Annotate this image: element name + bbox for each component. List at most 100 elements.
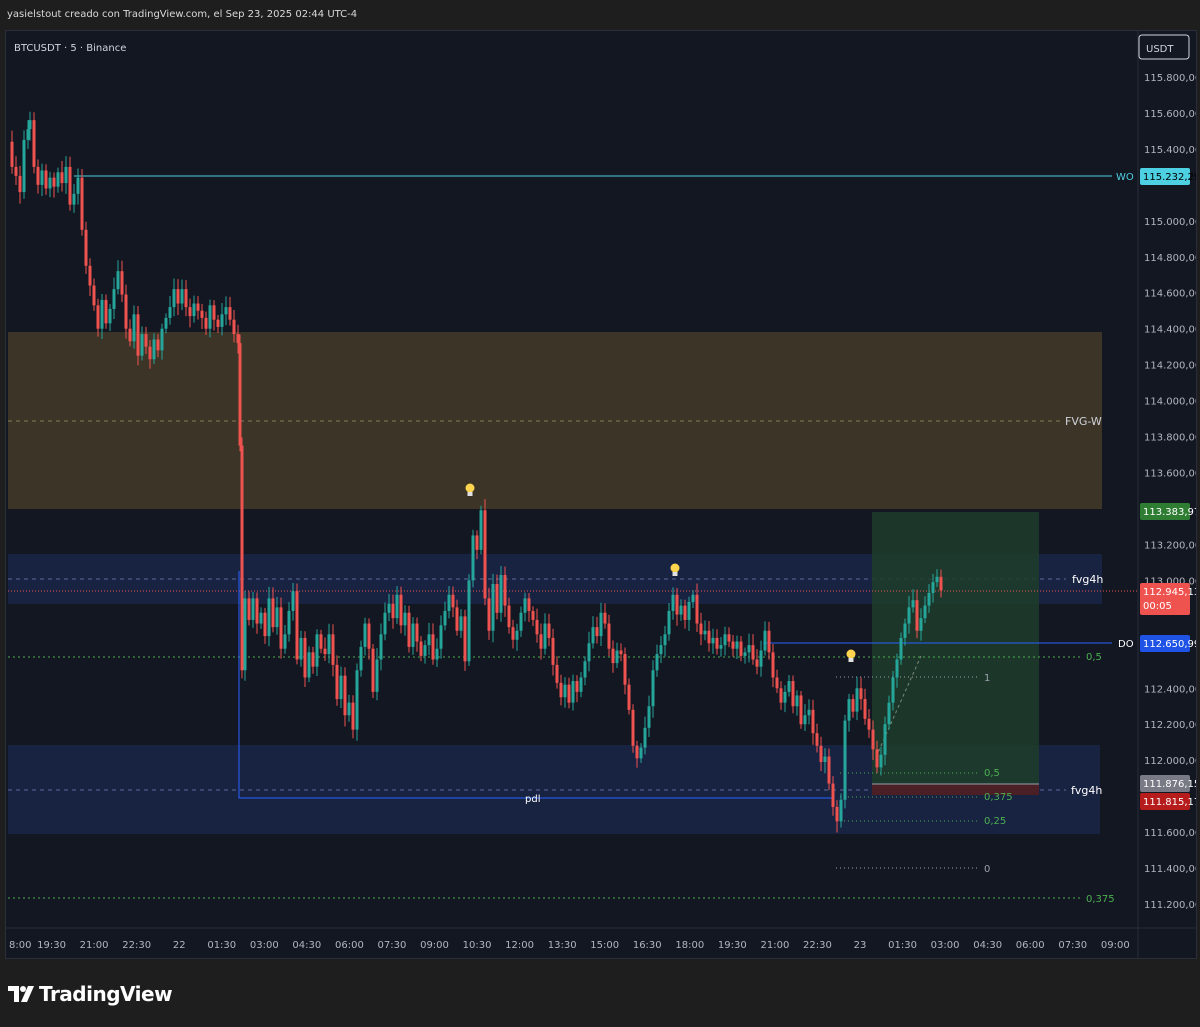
bullish-candle <box>927 592 931 606</box>
bearish-candle <box>399 594 403 626</box>
bearish-candle <box>551 637 555 665</box>
bearish-candle <box>120 271 124 295</box>
bearish-candle <box>699 623 703 635</box>
time-tick-label: 09:00 <box>1101 940 1130 951</box>
bullish-candle <box>639 747 643 759</box>
fib-05-left-label: 0,5 <box>1086 652 1102 663</box>
bearish-candle <box>483 510 487 599</box>
bearish-candle <box>311 652 315 667</box>
bearish-candle <box>367 623 371 649</box>
time-tick-label: 01:30 <box>888 940 917 951</box>
bearish-candle <box>263 612 267 637</box>
bearish-candle <box>319 634 323 649</box>
time-tick-label: 04:30 <box>973 940 1002 951</box>
bullish-candle <box>787 681 791 692</box>
bearish-candle <box>755 659 759 667</box>
bearish-candle <box>144 334 148 347</box>
bearish-candle <box>831 783 835 807</box>
bearish-candle <box>52 177 56 187</box>
bearish-candle <box>835 806 839 822</box>
bullish-candle <box>687 601 691 620</box>
bullish-candle <box>839 799 843 822</box>
bullish-candle <box>659 645 663 655</box>
do-price-badge: 112.650,99 <box>1140 635 1196 652</box>
bullish-candle <box>443 610 447 626</box>
currency-label: USDT <box>1146 44 1174 55</box>
bullish-candle <box>591 627 595 644</box>
bullish-candle <box>615 650 619 664</box>
bearish-candle <box>751 645 755 660</box>
currency-box[interactable]: USDT <box>1138 34 1190 60</box>
symbol-title[interactable]: BTCUSDT · 5 · Binance <box>14 43 126 54</box>
chart-area[interactable]: FVG-W fvg4h fvg4h WO DO 0,5 pdl 0,375 1 … <box>5 30 1197 959</box>
position-loss-zone[interactable] <box>872 784 1039 795</box>
bullish-candle <box>823 756 827 762</box>
time-tick-label: 21:00 <box>80 940 109 951</box>
bearish-candle <box>547 623 551 638</box>
bearish-candle <box>323 648 327 655</box>
wo-price-value: 115.232,29 <box>1143 172 1196 183</box>
fib-level-1-label: 1 <box>984 673 990 684</box>
price-tick-label: 111.400,00 <box>1144 864 1196 875</box>
tradingview-logo[interactable]: TradingView <box>8 982 173 1006</box>
bullish-candle <box>22 139 26 193</box>
bullish-candle <box>667 610 671 635</box>
bullish-candle <box>923 605 927 619</box>
bearish-candle <box>575 681 579 692</box>
snapshot-credit: yasielstout creado con TradingView.com, … <box>7 9 358 20</box>
bearish-candle <box>539 634 543 649</box>
bearish-candle <box>14 166 18 176</box>
time-tick-label: 21:00 <box>760 940 789 951</box>
time-tick-label: 10:30 <box>463 940 492 951</box>
target-price-value: 113.383,97 <box>1143 507 1196 518</box>
bearish-candle <box>419 641 423 656</box>
bullish-candle <box>919 618 923 631</box>
bullish-candle <box>379 634 383 660</box>
position-profit-zone[interactable] <box>872 512 1039 784</box>
bearish-candle <box>487 598 491 631</box>
bullish-candle <box>783 691 787 703</box>
bearish-candle <box>631 709 635 746</box>
bullish-candle <box>100 299 104 329</box>
candlestick-chart[interactable]: FVG-W fvg4h fvg4h WO DO 0,5 pdl 0,375 1 … <box>6 31 1196 958</box>
bullish-candle <box>671 594 675 611</box>
bullish-candle <box>243 598 247 671</box>
bearish-candle <box>236 334 240 344</box>
bearish-candle <box>767 630 771 653</box>
fib-level-025-label: 0,25 <box>984 816 1006 827</box>
bullish-candle <box>164 317 168 329</box>
bearish-candle <box>535 619 539 635</box>
bullish-candle <box>327 634 331 655</box>
price-tick-label: 115.800,00 <box>1144 73 1196 84</box>
last-price-value: 112.945,13 <box>1143 587 1196 598</box>
lightbulb-icon[interactable] <box>846 649 856 663</box>
bullish-candle <box>355 670 359 730</box>
bearish-candle <box>511 627 515 640</box>
bearish-candle <box>84 229 88 266</box>
bearish-candle <box>60 172 64 184</box>
time-tick-label: 8:00 <box>9 940 31 951</box>
time-tick-label: 19:30 <box>37 940 66 951</box>
bullish-candle <box>40 170 44 185</box>
bearish-candle <box>815 733 819 746</box>
do-price-value: 112.650,99 <box>1143 639 1196 650</box>
price-tick-label: 114.200,00 <box>1144 361 1196 372</box>
bearish-candle <box>775 677 779 689</box>
bullish-candle <box>583 661 587 678</box>
price-tick-label: 115.000,00 <box>1144 217 1196 228</box>
bullish-candle <box>931 582 935 593</box>
bullish-candle <box>655 654 659 671</box>
target-price-badge: 113.383,97 <box>1140 503 1196 520</box>
time-scale[interactable]: 8:00 19:30 21:00 22:30 22 01:30 03:00 04:30 06:0… <box>9 940 1130 951</box>
bearish-candle <box>415 623 419 642</box>
bullish-candle <box>935 576 939 583</box>
bearish-candle <box>567 684 571 703</box>
fvg-w-label: FVG-W <box>1065 415 1102 428</box>
bearish-candle <box>216 319 220 327</box>
price-tick-label: 111.600,00 <box>1144 828 1196 839</box>
bearish-candle <box>104 299 108 324</box>
bearish-candle <box>92 285 96 306</box>
bearish-candle <box>675 594 679 615</box>
bearish-candle <box>727 634 731 642</box>
bullish-candle <box>679 605 683 615</box>
